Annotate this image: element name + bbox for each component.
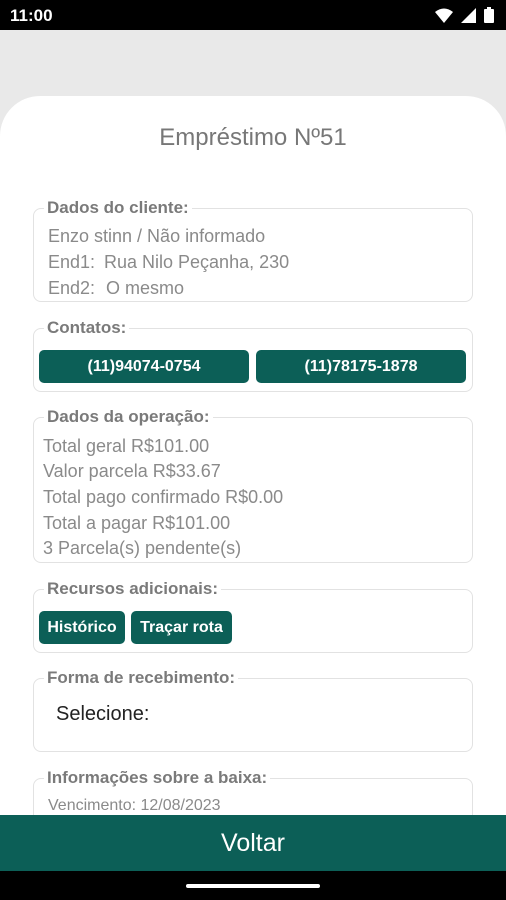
cliente-legend: Dados do cliente:: [47, 198, 189, 217]
battery-icon: [484, 7, 494, 23]
recebimento-legend: Forma de recebimento:: [47, 668, 235, 687]
payment-method-select[interactable]: Selecione:: [56, 703, 149, 726]
historico-button[interactable]: Histórico: [39, 611, 125, 644]
vencimento: Vencimento: 12/08/2023: [48, 797, 221, 814]
wifi-icon: [435, 8, 453, 23]
cliente-section: Dados do cliente:: [33, 198, 473, 302]
total-a-pagar: Total a pagar R$101.00: [43, 513, 231, 533]
baixa-legend: Informações sobre a baixa:: [47, 768, 268, 787]
total-pago: Total pago confirmado R$0.00: [43, 487, 284, 507]
voltar-button[interactable]: Voltar: [0, 815, 506, 871]
end2-label: End2:: [48, 278, 96, 298]
parcelas-pendentes: 3 Parcela(s) pendente(s): [43, 538, 242, 558]
tracar-rota-button[interactable]: Traçar rota: [131, 611, 232, 644]
status-bar: 11:00: [0, 0, 506, 30]
phone2-button[interactable]: (11)78175-1878: [256, 350, 466, 383]
client-name: Enzo stinn / Não informado: [48, 226, 266, 246]
signal-icon: [461, 7, 476, 23]
end1-label: End1:: [48, 252, 96, 272]
status-time: 11:00: [10, 6, 53, 25]
status-icons: [435, 7, 494, 23]
navigation-bar: [0, 871, 506, 900]
phone1-button[interactable]: (11)94074-0754: [39, 350, 249, 383]
total-geral: Total geral R$101.00: [43, 436, 210, 456]
end1-value: Rua Nilo Peçanha, 230: [104, 252, 290, 272]
home-handle[interactable]: [186, 884, 320, 888]
contatos-legend: Contatos:: [47, 318, 127, 337]
operacao-legend: Dados da operação:: [47, 407, 210, 426]
recursos-legend: Recursos adicionais:: [47, 579, 219, 598]
valor-parcela: Valor parcela R$33.67: [43, 461, 221, 481]
page-title: Empréstimo Nº51: [159, 124, 347, 151]
end2-value: O mesmo: [106, 278, 185, 298]
